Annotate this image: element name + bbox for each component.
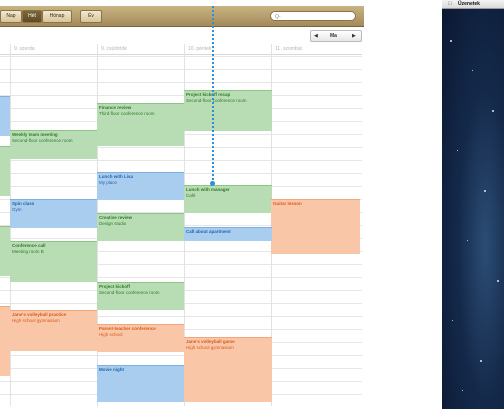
event-location: Second-floor conference room (186, 98, 247, 103)
event-location: High school (99, 332, 123, 337)
callout-line (212, 6, 214, 184)
star (452, 320, 453, 321)
star (457, 150, 458, 151)
app-menu-title[interactable]: Üzenetek (458, 0, 480, 8)
header-divider (0, 54, 362, 55)
desktop-background:  Üzenetek (442, 0, 504, 409)
next-week-button[interactable]: ▶ (352, 31, 356, 41)
event-location: Second-floor conference room (99, 290, 160, 295)
tab-month[interactable]: Hónap (42, 10, 72, 23)
calendar-event[interactable]: Spin class Gym (10, 199, 97, 228)
calendar-event[interactable]: Project kickoff Second-floor conference … (97, 282, 184, 310)
today-button[interactable]: Ma (330, 31, 337, 41)
calendar-event[interactable]: Call about apartment (184, 227, 272, 241)
event-location: High school gymnasium (12, 318, 60, 323)
calendar-event[interactable] (0, 226, 10, 276)
event-title: Guitar lesson (273, 201, 302, 206)
star (497, 280, 499, 282)
calendar-event[interactable]: Lunch with manager Café (184, 185, 272, 213)
event-location: Café (186, 193, 196, 198)
calendar-event[interactable]: Creative review Design studio (97, 213, 184, 241)
tab-day[interactable]: Nap (0, 10, 22, 23)
star (450, 40, 452, 42)
calendar-event[interactable]: Jane's volleyball game High school gymna… (184, 337, 272, 402)
day-header-saturday: 11. szombat (271, 44, 362, 54)
menu-bar:  Üzenetek (442, 0, 504, 9)
day-header-thursday: 9. csütörtök (97, 44, 184, 54)
star (492, 110, 494, 112)
star (480, 360, 482, 362)
apple-menu-icon[interactable]:  (448, 0, 452, 8)
calendar-event[interactable]: Project kickoff recap Second-floor confe… (184, 90, 272, 131)
calendar-event[interactable]: Parent-teacher conference High school (97, 324, 184, 352)
star (462, 390, 463, 391)
star (472, 70, 473, 71)
day-header-wednesday: 9. szerda (10, 44, 97, 54)
calendar-event[interactable]: Weekly team meeting Second-floor confere… (10, 130, 97, 159)
event-location: Third-floor conference room (99, 111, 155, 116)
calendar-event[interactable]: Movie night (97, 365, 184, 402)
event-location: Second-floor conference room (12, 138, 73, 143)
calendar-event[interactable]: Lunch with Lisa My place (97, 172, 184, 200)
star (484, 190, 486, 192)
callout-dot (210, 181, 215, 186)
calendar-event[interactable]: Conference call Meeting room B (10, 241, 97, 282)
date-navigation: ◀ Ma ▶ (310, 30, 362, 42)
star (467, 240, 468, 241)
previous-week-button[interactable]: ◀ (314, 31, 318, 41)
tab-year[interactable]: Év (80, 10, 102, 23)
calendar-window: Nap Hét Hónap Év Q- ◀ Ma ▶ 9. szerda 9. … (0, 6, 364, 409)
calendar-event[interactable] (0, 96, 10, 136)
event-location: Gym (12, 207, 22, 212)
calendar-event[interactable] (0, 146, 10, 196)
calendar-event[interactable]: Guitar lesson (271, 199, 360, 254)
calendar-event[interactable]: Finance review Third-floor conference ro… (97, 103, 184, 146)
day-header-friday: 10. péntek (184, 44, 271, 54)
search-input[interactable]: Q- (270, 11, 356, 21)
calendar-event[interactable] (0, 306, 10, 376)
event-title: Call about apartment (186, 229, 231, 234)
tab-week[interactable]: Hét (22, 10, 42, 23)
event-location: Meeting room B (12, 249, 44, 254)
event-location: Design studio (99, 221, 127, 226)
event-location: My place (99, 180, 118, 185)
toolbar: Nap Hét Hónap Év Q- (0, 6, 364, 27)
event-title: Movie night (99, 367, 124, 372)
event-location: High school gymnasium (186, 345, 234, 350)
calendar-event[interactable]: Jane's volleyball practice High school g… (10, 310, 97, 351)
